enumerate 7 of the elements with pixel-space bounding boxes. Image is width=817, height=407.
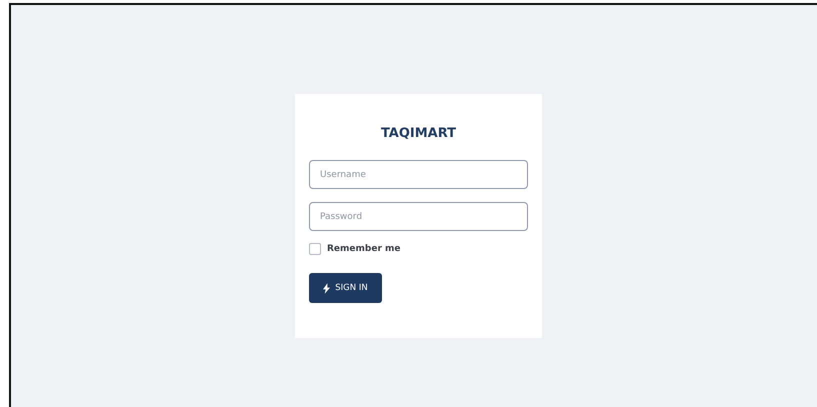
username-field[interactable]: Username (309, 160, 528, 189)
password-field[interactable]: Password (309, 202, 528, 231)
sign-in-button[interactable]: SIGN IN (309, 273, 382, 303)
remember-label: Remember me (327, 244, 400, 254)
remember-checkbox[interactable] (309, 243, 321, 255)
bolt-icon (323, 282, 330, 294)
brand-title: TAQIMART (380, 126, 458, 143)
